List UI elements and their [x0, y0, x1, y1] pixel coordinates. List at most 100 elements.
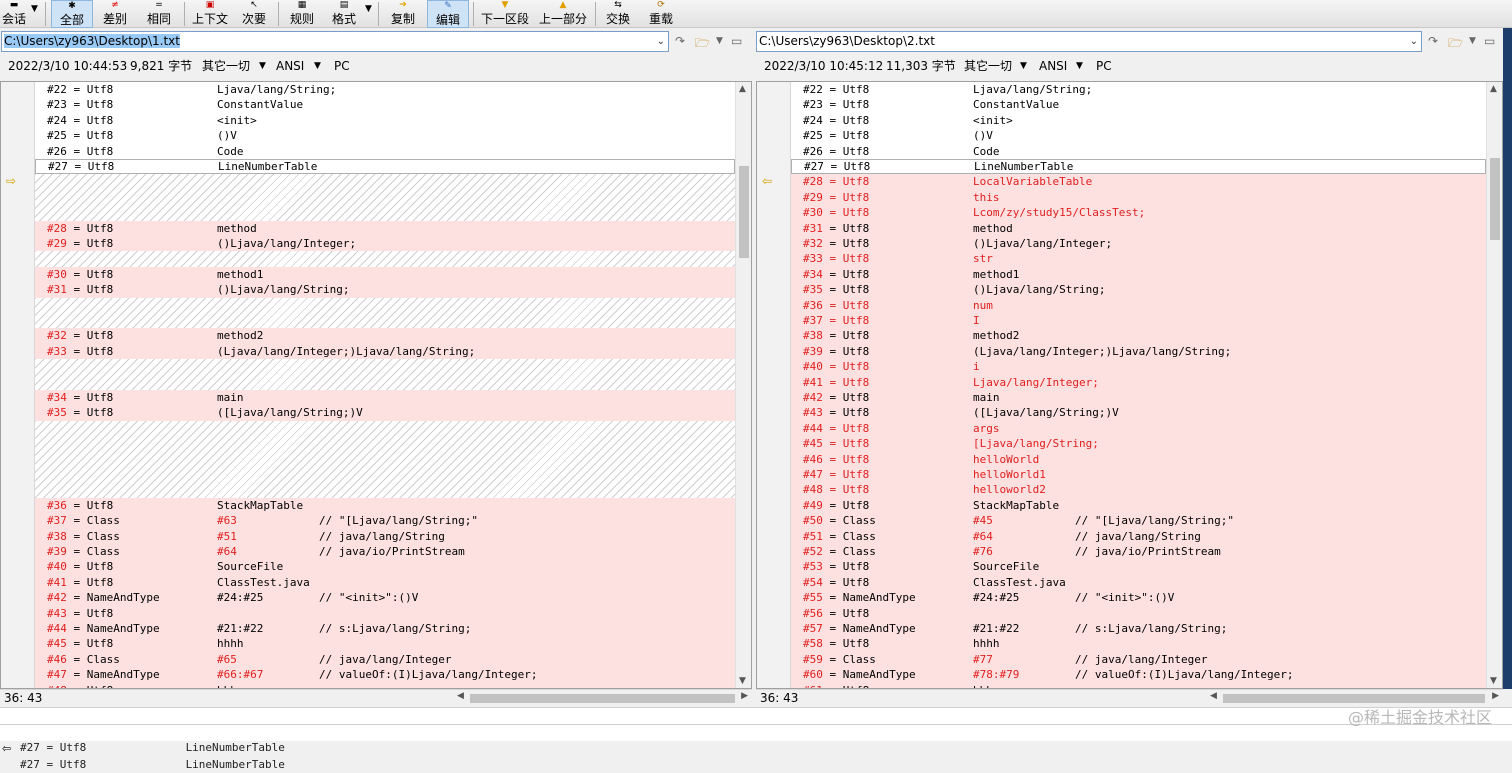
code-line[interactable]: #25 = Utf8 ()V: [35, 128, 735, 143]
code-line[interactable]: #33 = Utf8 (Ljava/lang/Integer;)Ljava/lan…: [35, 343, 735, 360]
code-line[interactable]: #47 = Utf8 helloWorld1: [791, 467, 1486, 483]
minor-button[interactable]: ↖ 次要: [236, 0, 272, 28]
code-line[interactable]: #46 = Class #65 // java/lang/Integer: [35, 651, 735, 668]
code-line[interactable]: #45 = Utf8 [Ljava/lang/String;: [791, 436, 1486, 452]
chevron-down-icon[interactable]: ⌄: [1410, 32, 1418, 51]
arrow-left-icon[interactable]: ⇦: [762, 174, 772, 188]
code-line[interactable]: #32 = Utf8 ()Ljava/lang/Integer;: [791, 236, 1486, 252]
code-line[interactable]: #53 = Utf8 SourceFile: [791, 559, 1486, 575]
code-line[interactable]: #30 = Utf8 Lcom/zy/study15/ClassTest;: [791, 205, 1486, 221]
code-line[interactable]: #46 = Utf8 helloWorld: [791, 451, 1486, 467]
right-vertical-scrollbar[interactable]: ▲ ▼: [1486, 82, 1502, 688]
code-line[interactable]: #43 = Utf8 ([Ljava/lang/String;)V: [791, 405, 1486, 421]
code-line[interactable]: #22 = Utf8 Ljava/lang/String;: [791, 82, 1486, 97]
code-line[interactable]: #28 = Utf8 method: [35, 220, 735, 236]
left-compare-pane[interactable]: ⇨ #22 = Utf8 Ljava/lang/String; #23 = Utf8…: [0, 81, 752, 689]
code-line[interactable]: #42 = Utf8 main: [791, 390, 1486, 406]
left-back-icon[interactable]: ↷: [675, 34, 685, 48]
code-line[interactable]: #36 = Utf8 StackMapTable: [35, 497, 735, 514]
right-type-select[interactable]: 其它一切: [964, 56, 1012, 76]
prev-part-button[interactable]: ▲ 上一部分: [536, 0, 590, 28]
code-line[interactable]: #55 = NameAndType #24:#25 // "<init>":()V: [791, 590, 1486, 606]
code-line[interactable]: #44 = NameAndType #21:#22 // s:Ljava/lang/…: [35, 621, 735, 637]
chevron-down-icon[interactable]: ▼: [1020, 56, 1027, 76]
code-line[interactable]: #36 = Utf8 num: [791, 297, 1486, 313]
scroll-up-icon[interactable]: ▲: [1490, 84, 1497, 94]
code-line[interactable]: #37 = Utf8 I: [791, 313, 1486, 329]
code-line[interactable]: #30 = Utf8 method1: [35, 266, 735, 283]
left-type-select[interactable]: 其它一切: [202, 56, 250, 76]
scroll-right-icon[interactable]: ▶: [741, 691, 748, 701]
code-line[interactable]: #26 = Utf8 Code: [791, 144, 1486, 159]
code-line[interactable]: #48 = Utf8 helloworld2: [791, 482, 1486, 498]
code-line[interactable]: #54 = Utf8 ClassTest.java: [791, 574, 1486, 591]
next-section-button[interactable]: ▼ 下一区段: [478, 0, 532, 28]
scroll-left-icon[interactable]: ◀: [1210, 691, 1217, 701]
code-line[interactable]: #59 = Class #77 // java/lang/Integer: [791, 651, 1486, 668]
all-button[interactable]: ✱ 全部: [51, 0, 93, 28]
code-line[interactable]: #34 = Utf8 main: [35, 390, 735, 406]
scroll-thumb[interactable]: [470, 694, 735, 703]
code-line[interactable]: #31 = Utf8 ()Ljava/lang/String;: [35, 282, 735, 298]
format-button[interactable]: ▤ 格式: [326, 0, 362, 28]
scroll-down-icon[interactable]: ▼: [1490, 676, 1497, 686]
code-line[interactable]: #40 = Utf8 i: [791, 359, 1486, 375]
code-line[interactable]: #41 = Utf8 ClassTest.java: [35, 574, 735, 591]
code-line[interactable]: #49 = Utf8 StackMapTable: [791, 497, 1486, 514]
code-line[interactable]: #35 = Utf8 ([Ljava/lang/String;)V: [35, 405, 735, 421]
code-line[interactable]: #40 = Utf8 SourceFile: [35, 559, 735, 575]
right-folder-dropdown-icon[interactable]: ▼: [1469, 36, 1476, 46]
arrow-right-icon[interactable]: ⇨: [6, 174, 16, 188]
chevron-down-icon[interactable]: ⌄: [657, 32, 665, 51]
right-open-folder-icon[interactable]: 🗁: [1448, 34, 1463, 55]
rules-button[interactable]: ▦ 规则: [284, 0, 320, 28]
scroll-thumb[interactable]: [1223, 694, 1485, 703]
code-line[interactable]: #43 = Utf8: [35, 605, 735, 621]
code-line[interactable]: #39 = Utf8 (Ljava/lang/Integer;)Ljava/lan…: [791, 343, 1486, 360]
code-line[interactable]: #57 = NameAndType #21:#22 // s:Ljava/lang/…: [791, 621, 1486, 637]
right-code-area[interactable]: #22 = Utf8 Ljava/lang/String; #23 = Utf8 Co…: [791, 82, 1486, 688]
chevron-down-icon[interactable]: ▼: [1076, 56, 1083, 76]
code-line[interactable]: #28 = Utf8 LocalVariableTable: [791, 174, 1486, 190]
code-line[interactable]: #41 = Utf8 Ljava/lang/Integer;: [791, 374, 1486, 390]
right-compare-pane[interactable]: ⇦ #22 = Utf8 Ljava/lang/String; #23 = Utf8…: [756, 81, 1503, 689]
code-line[interactable]: #22 = Utf8 Ljava/lang/String;: [35, 82, 735, 97]
session-button[interactable]: ▬ 会话: [0, 0, 28, 28]
left-open-folder-icon[interactable]: 🗁: [695, 34, 710, 55]
scroll-thumb[interactable]: [1490, 158, 1500, 240]
diffs-button[interactable]: ≠ 差别: [96, 0, 134, 28]
context-button[interactable]: ▣ 上下文: [189, 0, 231, 28]
left-horizontal-scrollbar[interactable]: ◀ ▶: [455, 691, 750, 705]
code-line[interactable]: #23 = Utf8 ConstantValue: [791, 97, 1486, 112]
scroll-up-icon[interactable]: ▲: [739, 84, 746, 94]
left-vertical-scrollbar[interactable]: ▲ ▼: [735, 82, 751, 688]
code-line[interactable]: #60 = NameAndType #78:#79 // valueOf:(I)Lj…: [791, 667, 1486, 683]
code-line[interactable]: #44 = Utf8 args: [791, 420, 1486, 437]
code-line[interactable]: #38 = Utf8 method2: [791, 328, 1486, 344]
copy-button[interactable]: ➔ 复制: [384, 0, 422, 28]
code-line[interactable]: #47 = NameAndType #66:#67 // valueOf:(I)Lj…: [35, 667, 735, 683]
current-line[interactable]: #27 = Utf8 LineNumberTable: [791, 159, 1486, 175]
left-path-input[interactable]: C:\Users\zy963\Desktop\1.txt ⌄: [1, 31, 669, 52]
left-folder-dropdown-icon[interactable]: ▼: [716, 36, 723, 46]
code-line[interactable]: #32 = Utf8 method2: [35, 328, 735, 344]
code-line[interactable]: #38 = Class #51 // java/lang/String: [35, 528, 735, 544]
code-line[interactable]: #37 = Class #63 // "[Ljava/lang/String;": [35, 513, 735, 529]
code-line[interactable]: #24 = Utf8 <init>: [35, 113, 735, 128]
code-line[interactable]: #24 = Utf8 <init>: [791, 113, 1486, 128]
code-line[interactable]: #33 = Utf8 str: [791, 251, 1486, 267]
left-encoding-select[interactable]: ANSI: [276, 56, 304, 76]
code-line[interactable]: #45 = Utf8 hhhh: [35, 636, 735, 652]
edit-button[interactable]: ✎ 编辑: [427, 0, 469, 28]
code-line[interactable]: #23 = Utf8 ConstantValue: [35, 97, 735, 112]
left-save-icon[interactable]: ▭: [731, 34, 742, 48]
code-line[interactable]: #29 = Utf8 this: [791, 189, 1486, 206]
code-line[interactable]: #26 = Utf8 Code: [35, 144, 735, 159]
code-line[interactable]: #56 = Utf8: [791, 605, 1486, 621]
swap-button[interactable]: ⇆ 交换: [601, 0, 635, 28]
current-line[interactable]: #27 = Utf8 LineNumberTable: [35, 159, 735, 175]
right-back-icon[interactable]: ↷: [1428, 34, 1438, 48]
code-line[interactable]: #31 = Utf8 method: [791, 220, 1486, 236]
code-line[interactable]: #34 = Utf8 method1: [791, 266, 1486, 283]
left-code-area[interactable]: #22 = Utf8 Ljava/lang/String; #23 = Utf8 Co…: [35, 82, 735, 688]
